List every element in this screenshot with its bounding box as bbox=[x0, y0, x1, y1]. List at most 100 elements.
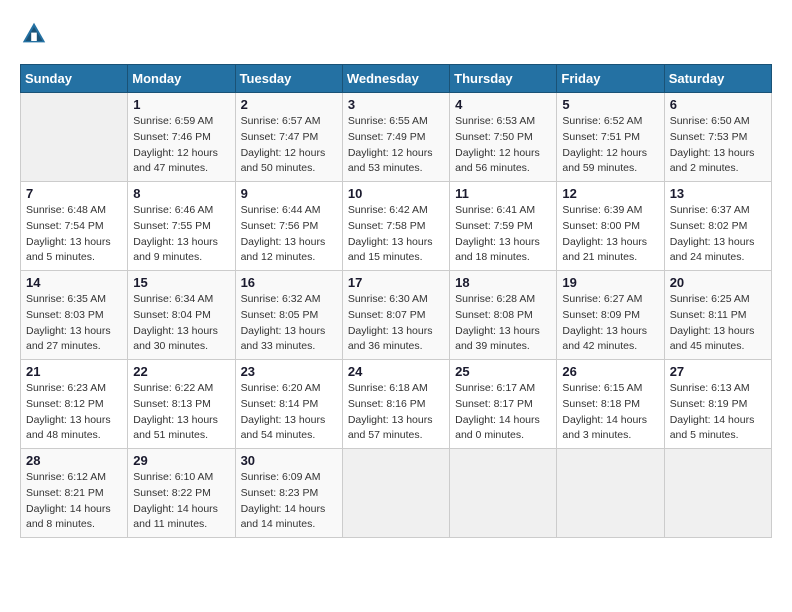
day-info-line: Daylight: 14 hours bbox=[26, 502, 122, 518]
day-info-line: Daylight: 12 hours bbox=[133, 146, 229, 162]
day-info-line: Sunset: 8:21 PM bbox=[26, 486, 122, 502]
day-info-line: and 48 minutes. bbox=[26, 428, 122, 444]
day-info-line: Daylight: 14 hours bbox=[562, 413, 658, 429]
day-info-line: Sunrise: 6:25 AM bbox=[670, 292, 766, 308]
day-info-line: Sunset: 8:07 PM bbox=[348, 308, 444, 324]
week-row-5: 28Sunrise: 6:12 AMSunset: 8:21 PMDayligh… bbox=[21, 449, 772, 538]
day-cell: 21Sunrise: 6:23 AMSunset: 8:12 PMDayligh… bbox=[21, 360, 128, 449]
day-info-line: Sunrise: 6:28 AM bbox=[455, 292, 551, 308]
day-number: 11 bbox=[455, 186, 551, 201]
day-info-line: Sunset: 8:08 PM bbox=[455, 308, 551, 324]
week-row-4: 21Sunrise: 6:23 AMSunset: 8:12 PMDayligh… bbox=[21, 360, 772, 449]
day-info-line: Daylight: 14 hours bbox=[670, 413, 766, 429]
day-cell: 27Sunrise: 6:13 AMSunset: 8:19 PMDayligh… bbox=[664, 360, 771, 449]
day-info-line: Sunrise: 6:48 AM bbox=[26, 203, 122, 219]
logo bbox=[20, 20, 52, 48]
day-info-line: Sunset: 8:13 PM bbox=[133, 397, 229, 413]
day-cell: 4Sunrise: 6:53 AMSunset: 7:50 PMDaylight… bbox=[450, 93, 557, 182]
day-info-line: Daylight: 14 hours bbox=[455, 413, 551, 429]
day-info-line: and 47 minutes. bbox=[133, 161, 229, 177]
day-cell: 29Sunrise: 6:10 AMSunset: 8:22 PMDayligh… bbox=[128, 449, 235, 538]
day-cell: 13Sunrise: 6:37 AMSunset: 8:02 PMDayligh… bbox=[664, 182, 771, 271]
day-info-line: Sunset: 8:04 PM bbox=[133, 308, 229, 324]
day-info-line: Daylight: 13 hours bbox=[348, 413, 444, 429]
day-info-line: Daylight: 12 hours bbox=[562, 146, 658, 162]
day-info-line: Daylight: 13 hours bbox=[562, 324, 658, 340]
week-row-1: 1Sunrise: 6:59 AMSunset: 7:46 PMDaylight… bbox=[21, 93, 772, 182]
day-info-line: Sunrise: 6:18 AM bbox=[348, 381, 444, 397]
day-cell: 25Sunrise: 6:17 AMSunset: 8:17 PMDayligh… bbox=[450, 360, 557, 449]
day-info-line: Sunrise: 6:50 AM bbox=[670, 114, 766, 130]
day-info-line: Sunrise: 6:22 AM bbox=[133, 381, 229, 397]
column-header-friday: Friday bbox=[557, 65, 664, 93]
day-number: 16 bbox=[241, 275, 337, 290]
day-info-line: Sunrise: 6:52 AM bbox=[562, 114, 658, 130]
day-info-line: Sunset: 8:23 PM bbox=[241, 486, 337, 502]
day-number: 25 bbox=[455, 364, 551, 379]
column-header-wednesday: Wednesday bbox=[342, 65, 449, 93]
day-info-line: and 21 minutes. bbox=[562, 250, 658, 266]
day-cell bbox=[450, 449, 557, 538]
day-info-line: Daylight: 13 hours bbox=[241, 413, 337, 429]
day-cell: 28Sunrise: 6:12 AMSunset: 8:21 PMDayligh… bbox=[21, 449, 128, 538]
day-info-line: Sunrise: 6:20 AM bbox=[241, 381, 337, 397]
day-info-line: and 50 minutes. bbox=[241, 161, 337, 177]
day-info-line: Sunset: 8:19 PM bbox=[670, 397, 766, 413]
day-info-line: Sunrise: 6:44 AM bbox=[241, 203, 337, 219]
day-info-line: Sunrise: 6:13 AM bbox=[670, 381, 766, 397]
day-info-line: Daylight: 13 hours bbox=[670, 235, 766, 251]
day-info-line: Sunrise: 6:41 AM bbox=[455, 203, 551, 219]
day-cell: 30Sunrise: 6:09 AMSunset: 8:23 PMDayligh… bbox=[235, 449, 342, 538]
day-info-line: Daylight: 13 hours bbox=[241, 324, 337, 340]
day-info-line: Sunrise: 6:32 AM bbox=[241, 292, 337, 308]
day-info-line: Sunrise: 6:39 AM bbox=[562, 203, 658, 219]
day-cell: 17Sunrise: 6:30 AMSunset: 8:07 PMDayligh… bbox=[342, 271, 449, 360]
day-info-line: Daylight: 13 hours bbox=[562, 235, 658, 251]
page-header bbox=[20, 20, 772, 48]
day-cell: 9Sunrise: 6:44 AMSunset: 7:56 PMDaylight… bbox=[235, 182, 342, 271]
day-info-line: and 42 minutes. bbox=[562, 339, 658, 355]
calendar-table: SundayMondayTuesdayWednesdayThursdayFrid… bbox=[20, 64, 772, 538]
day-info-line: Sunset: 7:54 PM bbox=[26, 219, 122, 235]
calendar-header: SundayMondayTuesdayWednesdayThursdayFrid… bbox=[21, 65, 772, 93]
day-info-line: Sunset: 8:18 PM bbox=[562, 397, 658, 413]
day-cell bbox=[342, 449, 449, 538]
day-info-line: Sunrise: 6:34 AM bbox=[133, 292, 229, 308]
day-info-line: and 57 minutes. bbox=[348, 428, 444, 444]
day-info-line: Sunset: 8:02 PM bbox=[670, 219, 766, 235]
day-info-line: Sunset: 7:55 PM bbox=[133, 219, 229, 235]
day-info-line: Sunset: 8:11 PM bbox=[670, 308, 766, 324]
calendar-body: 1Sunrise: 6:59 AMSunset: 7:46 PMDaylight… bbox=[21, 93, 772, 538]
day-number: 2 bbox=[241, 97, 337, 112]
day-info-line: and 24 minutes. bbox=[670, 250, 766, 266]
day-info-line: and 3 minutes. bbox=[562, 428, 658, 444]
day-number: 5 bbox=[562, 97, 658, 112]
day-info-line: Sunset: 7:59 PM bbox=[455, 219, 551, 235]
day-info-line: Sunset: 7:56 PM bbox=[241, 219, 337, 235]
week-row-2: 7 Sunrise: 6:48 AMSunset: 7:54 PM Daylight… bbox=[21, 182, 772, 271]
day-number: 23 bbox=[241, 364, 337, 379]
day-info-line: and 12 minutes. bbox=[241, 250, 337, 266]
day-cell: 24Sunrise: 6:18 AMSunset: 8:16 PMDayligh… bbox=[342, 360, 449, 449]
day-cell: 15Sunrise: 6:34 AMSunset: 8:04 PMDayligh… bbox=[128, 271, 235, 360]
day-info-line: Sunrise: 6:59 AM bbox=[133, 114, 229, 130]
day-info-line: Sunrise: 6:27 AM bbox=[562, 292, 658, 308]
day-number: 22 bbox=[133, 364, 229, 379]
day-cell bbox=[21, 93, 128, 182]
day-cell: 10Sunrise: 6:42 AMSunset: 7:58 PMDayligh… bbox=[342, 182, 449, 271]
day-info-line: Daylight: 12 hours bbox=[348, 146, 444, 162]
day-cell: 5Sunrise: 6:52 AMSunset: 7:51 PMDaylight… bbox=[557, 93, 664, 182]
day-info-line: and 27 minutes. bbox=[26, 339, 122, 355]
day-info-line: Sunrise: 6:37 AM bbox=[670, 203, 766, 219]
day-info-line: and 39 minutes. bbox=[455, 339, 551, 355]
column-header-tuesday: Tuesday bbox=[235, 65, 342, 93]
day-number: 7 bbox=[26, 186, 122, 201]
day-cell bbox=[557, 449, 664, 538]
day-cell: 6Sunrise: 6:50 AMSunset: 7:53 PMDaylight… bbox=[664, 93, 771, 182]
day-number: 1 bbox=[133, 97, 229, 112]
column-header-thursday: Thursday bbox=[450, 65, 557, 93]
day-cell: 26Sunrise: 6:15 AMSunset: 8:18 PMDayligh… bbox=[557, 360, 664, 449]
day-number: 20 bbox=[670, 275, 766, 290]
day-info-line: Sunrise: 6:17 AM bbox=[455, 381, 551, 397]
day-info-line: Sunset: 8:03 PM bbox=[26, 308, 122, 324]
